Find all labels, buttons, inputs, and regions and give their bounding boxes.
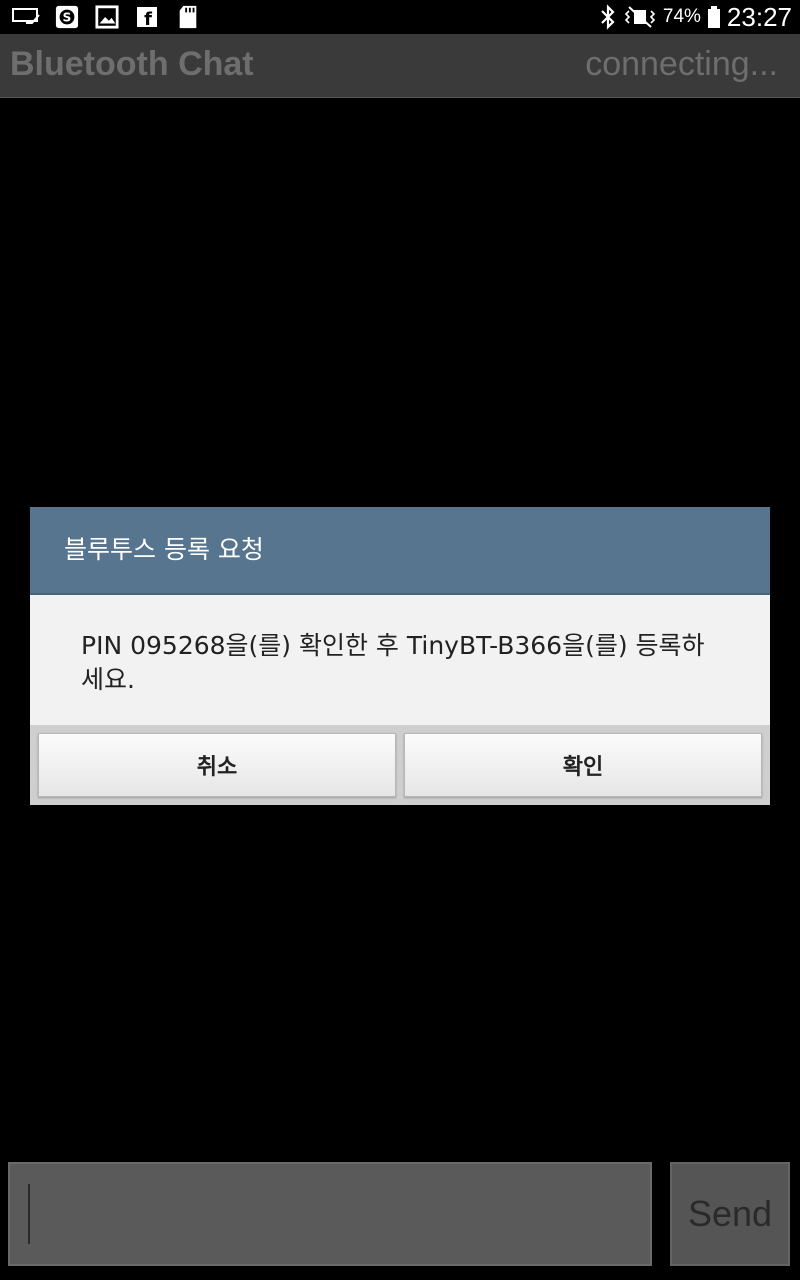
s-app-icon: S: [55, 5, 79, 29]
connection-status: connecting...: [585, 45, 778, 83]
message-input[interactable]: [8, 1162, 652, 1266]
status-bar: S f 74% 23:27: [0, 0, 800, 34]
sd-card-icon: [179, 5, 197, 29]
status-bar-right: 74% 23:27: [599, 0, 792, 34]
dialog-header: 블루투스 등록 요청: [30, 507, 770, 595]
facebook-icon: f: [137, 7, 157, 29]
bluetooth-icon: [601, 4, 615, 30]
cast-icon: [12, 8, 40, 24]
dialog-title: 블루투스 등록 요청: [64, 535, 264, 564]
ok-button[interactable]: 확인: [404, 733, 762, 797]
battery-icon: [707, 6, 720, 28]
battery-percent: 74%: [662, 6, 701, 27]
vibrate-icon: [624, 6, 656, 28]
text-cursor: [28, 1184, 30, 1244]
svg-text:f: f: [144, 9, 152, 29]
cancel-button[interactable]: 취소: [38, 733, 396, 797]
clock: 23:27: [726, 1, 792, 32]
dialog-button-bar: 취소 확인: [30, 725, 770, 805]
app-title-bar: Bluetooth Chat connecting...: [0, 34, 800, 98]
app-title: Bluetooth Chat: [10, 45, 254, 83]
gallery-icon: [95, 5, 119, 29]
svg-text:S: S: [63, 11, 72, 25]
dialog-message: PIN 095268을(를) 확인한 후 TinyBT-B366을(를) 등록하…: [81, 631, 705, 694]
bluetooth-pairing-dialog: 블루투스 등록 요청 PIN 095268을(를) 확인한 후 TinyBT-B…: [30, 507, 770, 805]
dialog-body: PIN 095268을(를) 확인한 후 TinyBT-B366을(를) 등록하…: [30, 595, 770, 725]
send-button[interactable]: Send: [670, 1162, 790, 1266]
